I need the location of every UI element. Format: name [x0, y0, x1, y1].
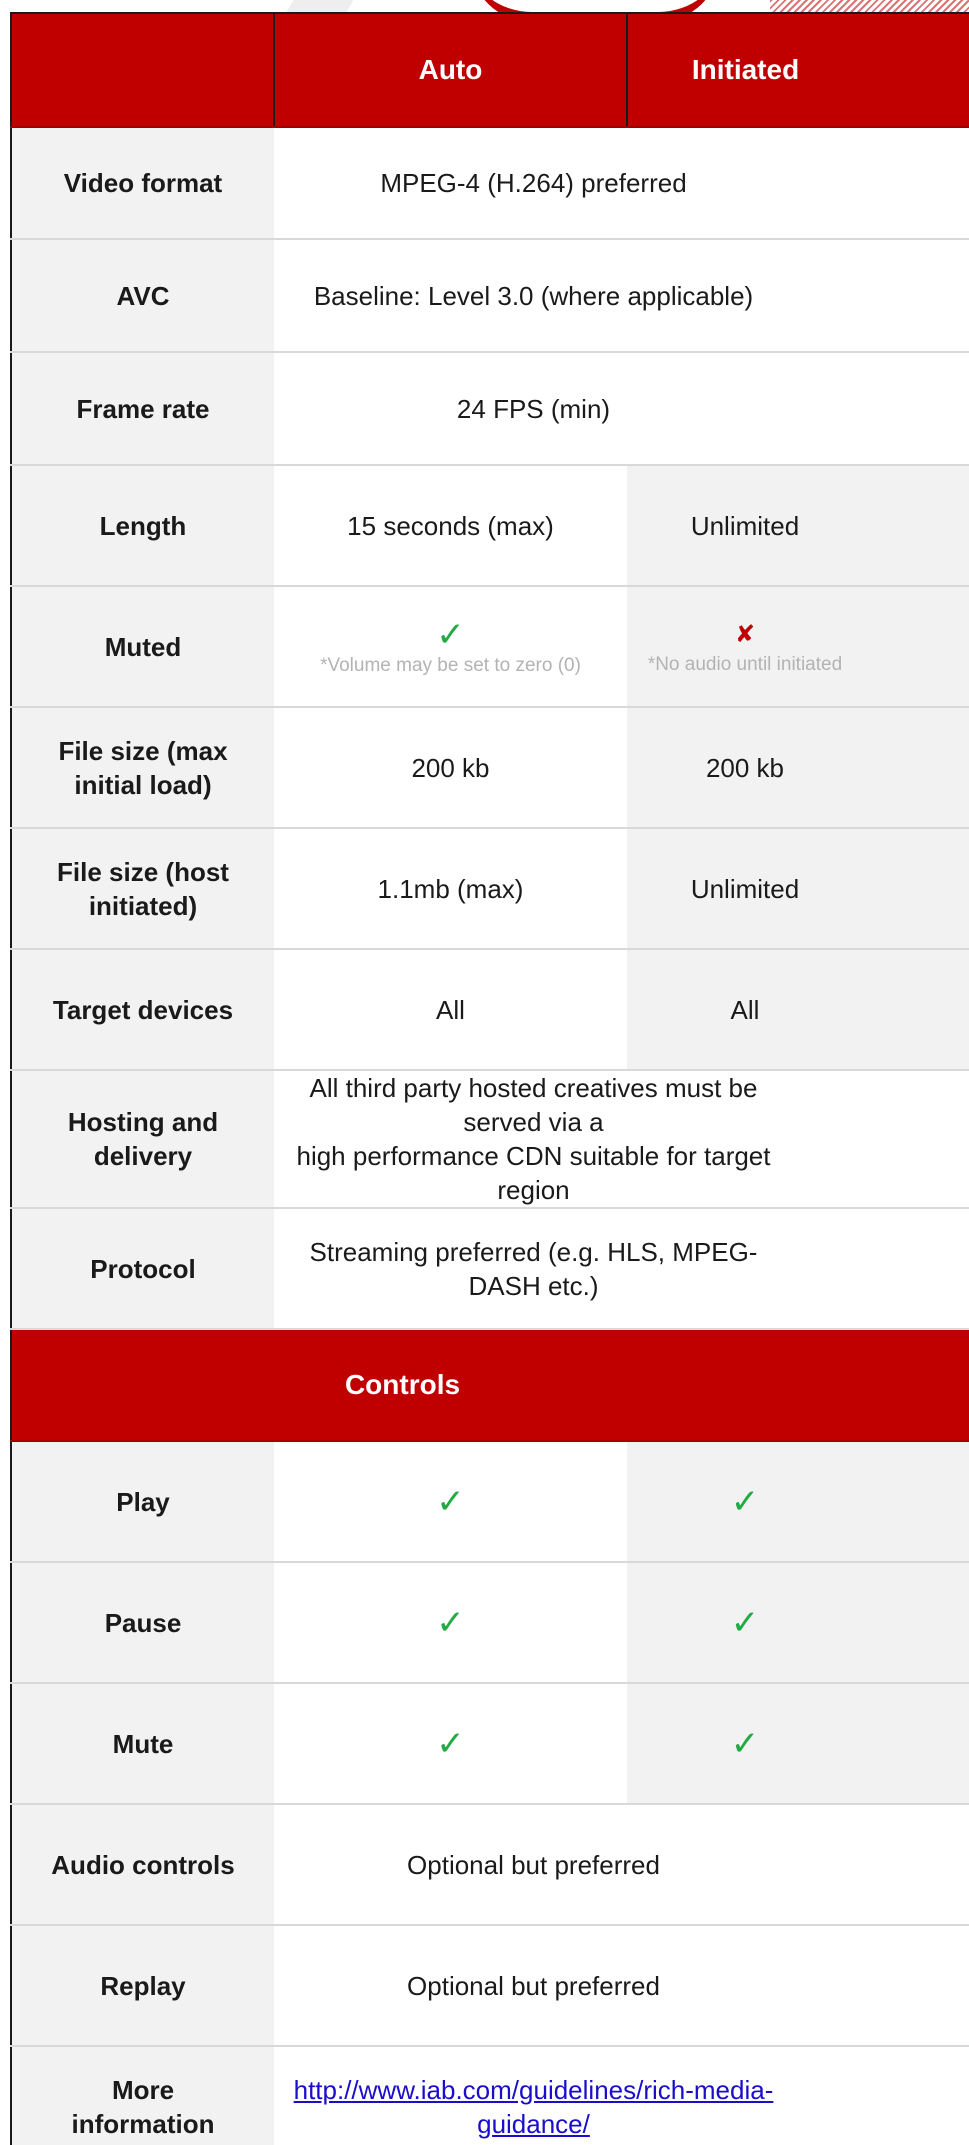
table-row: Protocol Streaming preferred (e.g. HLS, … — [10, 1208, 969, 1330]
table-row: Pause ✓ ✓ — [10, 1562, 969, 1684]
header-initiated: Initiated — [627, 12, 969, 128]
value-frame-rate: 24 FPS (min) — [274, 352, 969, 466]
value-muted-initiated: ✘ *No audio until initiated — [627, 586, 969, 708]
row-label-target-devices: Target devices — [10, 949, 274, 1071]
controls-section-header: Controls — [10, 1329, 969, 1442]
table-row: Play ✓ ✓ — [10, 1441, 969, 1563]
row-label-file-size-host: File size (host initiated) — [10, 828, 274, 950]
value-video-format: MPEG-4 (H.264) preferred — [274, 127, 969, 240]
muted-initiated-note: *No audio until initiated — [647, 653, 843, 675]
table-row: Replay Optional but preferred — [10, 1925, 969, 2047]
check-icon: ✓ — [436, 1724, 465, 1763]
row-label-pause: Pause — [10, 1562, 274, 1684]
check-icon: ✓ — [730, 1482, 760, 1521]
label-line: initial load) — [74, 769, 212, 800]
decor-stripe — [286, 0, 354, 12]
value-target-devices-initiated: All — [627, 949, 969, 1071]
value-hosting: All third party hosted creatives must be… — [274, 1070, 969, 1209]
label-line: delivery — [93, 1141, 193, 1171]
table-row: Frame rate 24 FPS (min) — [10, 352, 969, 466]
value-length-initiated: Unlimited — [627, 465, 969, 587]
row-label-mute: Mute — [10, 1683, 274, 1805]
value-line: high performance CDN suitable for target… — [296, 1141, 771, 1205]
table-row: Audio controls Optional but preferred — [10, 1804, 969, 1926]
row-label-hosting: Hosting and delivery — [10, 1070, 274, 1209]
row-label-avc: AVC — [10, 239, 274, 353]
check-icon: ✓ — [436, 615, 465, 654]
value-muted-auto: ✓ *Volume may be set to zero (0) — [274, 586, 627, 708]
table-row: Mute ✓ ✓ — [10, 1683, 969, 1805]
header-empty-cell — [10, 12, 275, 128]
value-line: All third party hosted creatives must be… — [309, 1073, 758, 1137]
row-label-protocol: Protocol — [10, 1208, 274, 1330]
value-play-auto: ✓ — [274, 1441, 627, 1563]
value-replay: Optional but preferred — [274, 1925, 969, 2047]
table-row: More information http://www.iab.com/guid… — [10, 2046, 969, 2145]
value-audio-controls: Optional but preferred — [274, 1804, 969, 1926]
value-mute-auto: ✓ — [274, 1683, 627, 1805]
video-spec-table: Auto Initiated Video format MPEG-4 (H.26… — [10, 12, 969, 2145]
value-file-size-initial-initiated: 200 kb — [627, 707, 969, 829]
controls-title: Controls — [10, 1329, 969, 1442]
label-line: information — [71, 2108, 215, 2139]
row-label-video-format: Video format — [10, 127, 274, 240]
header-auto: Auto — [274, 12, 628, 128]
table-row: File size (max initial load) 200 kb 200 … — [10, 707, 969, 829]
cross-icon: ✘ — [734, 620, 756, 648]
label-line: More — [111, 2074, 175, 2105]
value-protocol: Streaming preferred (e.g. HLS, MPEG-DASH… — [274, 1208, 969, 1330]
row-label-replay: Replay — [10, 1925, 274, 2047]
row-label-audio-controls: Audio controls — [10, 1804, 274, 1926]
decor-hatch — [770, 0, 969, 12]
value-avc: Baseline: Level 3.0 (where applicable) — [274, 239, 969, 353]
muted-auto-note: *Volume may be set to zero (0) — [320, 654, 581, 676]
table-row: Target devices All All — [10, 949, 969, 1071]
check-icon: ✓ — [436, 1603, 465, 1642]
table-row: Muted ✓ *Volume may be set to zero (0) ✘… — [10, 586, 969, 708]
value-play-initiated: ✓ — [627, 1441, 969, 1563]
value-pause-initiated: ✓ — [627, 1562, 969, 1684]
row-label-muted: Muted — [10, 586, 274, 708]
value-mute-initiated: ✓ — [627, 1683, 969, 1805]
table-row: Hosting and delivery All third party hos… — [10, 1070, 969, 1209]
label-line: initiated) — [88, 890, 198, 921]
value-target-devices-auto: All — [274, 949, 627, 1071]
value-length-auto: 15 seconds (max) — [274, 465, 627, 587]
spec-sheet: Auto Initiated Video format MPEG-4 (H.26… — [0, 0, 969, 2145]
decor-arc — [470, 0, 720, 12]
check-icon: ✓ — [436, 1482, 465, 1521]
row-label-file-size-initial: File size (max initial load) — [10, 707, 274, 829]
value-file-size-host-auto: 1.1mb (max) — [274, 828, 627, 950]
check-icon: ✓ — [730, 1603, 760, 1642]
row-label-play: Play — [10, 1441, 274, 1563]
label-line: File size (max — [58, 735, 228, 766]
table-row: File size (host initiated) 1.1mb (max) U… — [10, 828, 969, 950]
table-row: AVC Baseline: Level 3.0 (where applicabl… — [10, 239, 969, 353]
label-line: Hosting and — [67, 1107, 219, 1137]
label-line: File size (host — [57, 856, 229, 887]
value-pause-auto: ✓ — [274, 1562, 627, 1684]
value-file-size-initial-auto: 200 kb — [274, 707, 627, 829]
value-file-size-host-initiated: Unlimited — [627, 828, 969, 950]
row-label-more-info: More information — [10, 2046, 274, 2145]
table-header-row: Auto Initiated — [10, 12, 969, 128]
value-more-info: http://www.iab.com/guidelines/rich-media… — [274, 2046, 969, 2145]
row-label-length: Length — [10, 465, 274, 587]
row-label-frame-rate: Frame rate — [10, 352, 274, 466]
table-row: Length 15 seconds (max) Unlimited — [10, 465, 969, 587]
header-decoration — [0, 0, 969, 12]
more-info-link[interactable]: http://www.iab.com/guidelines/rich-media… — [294, 2075, 774, 2139]
table-row: Video format MPEG-4 (H.264) preferred — [10, 127, 969, 240]
check-icon: ✓ — [730, 1724, 760, 1763]
